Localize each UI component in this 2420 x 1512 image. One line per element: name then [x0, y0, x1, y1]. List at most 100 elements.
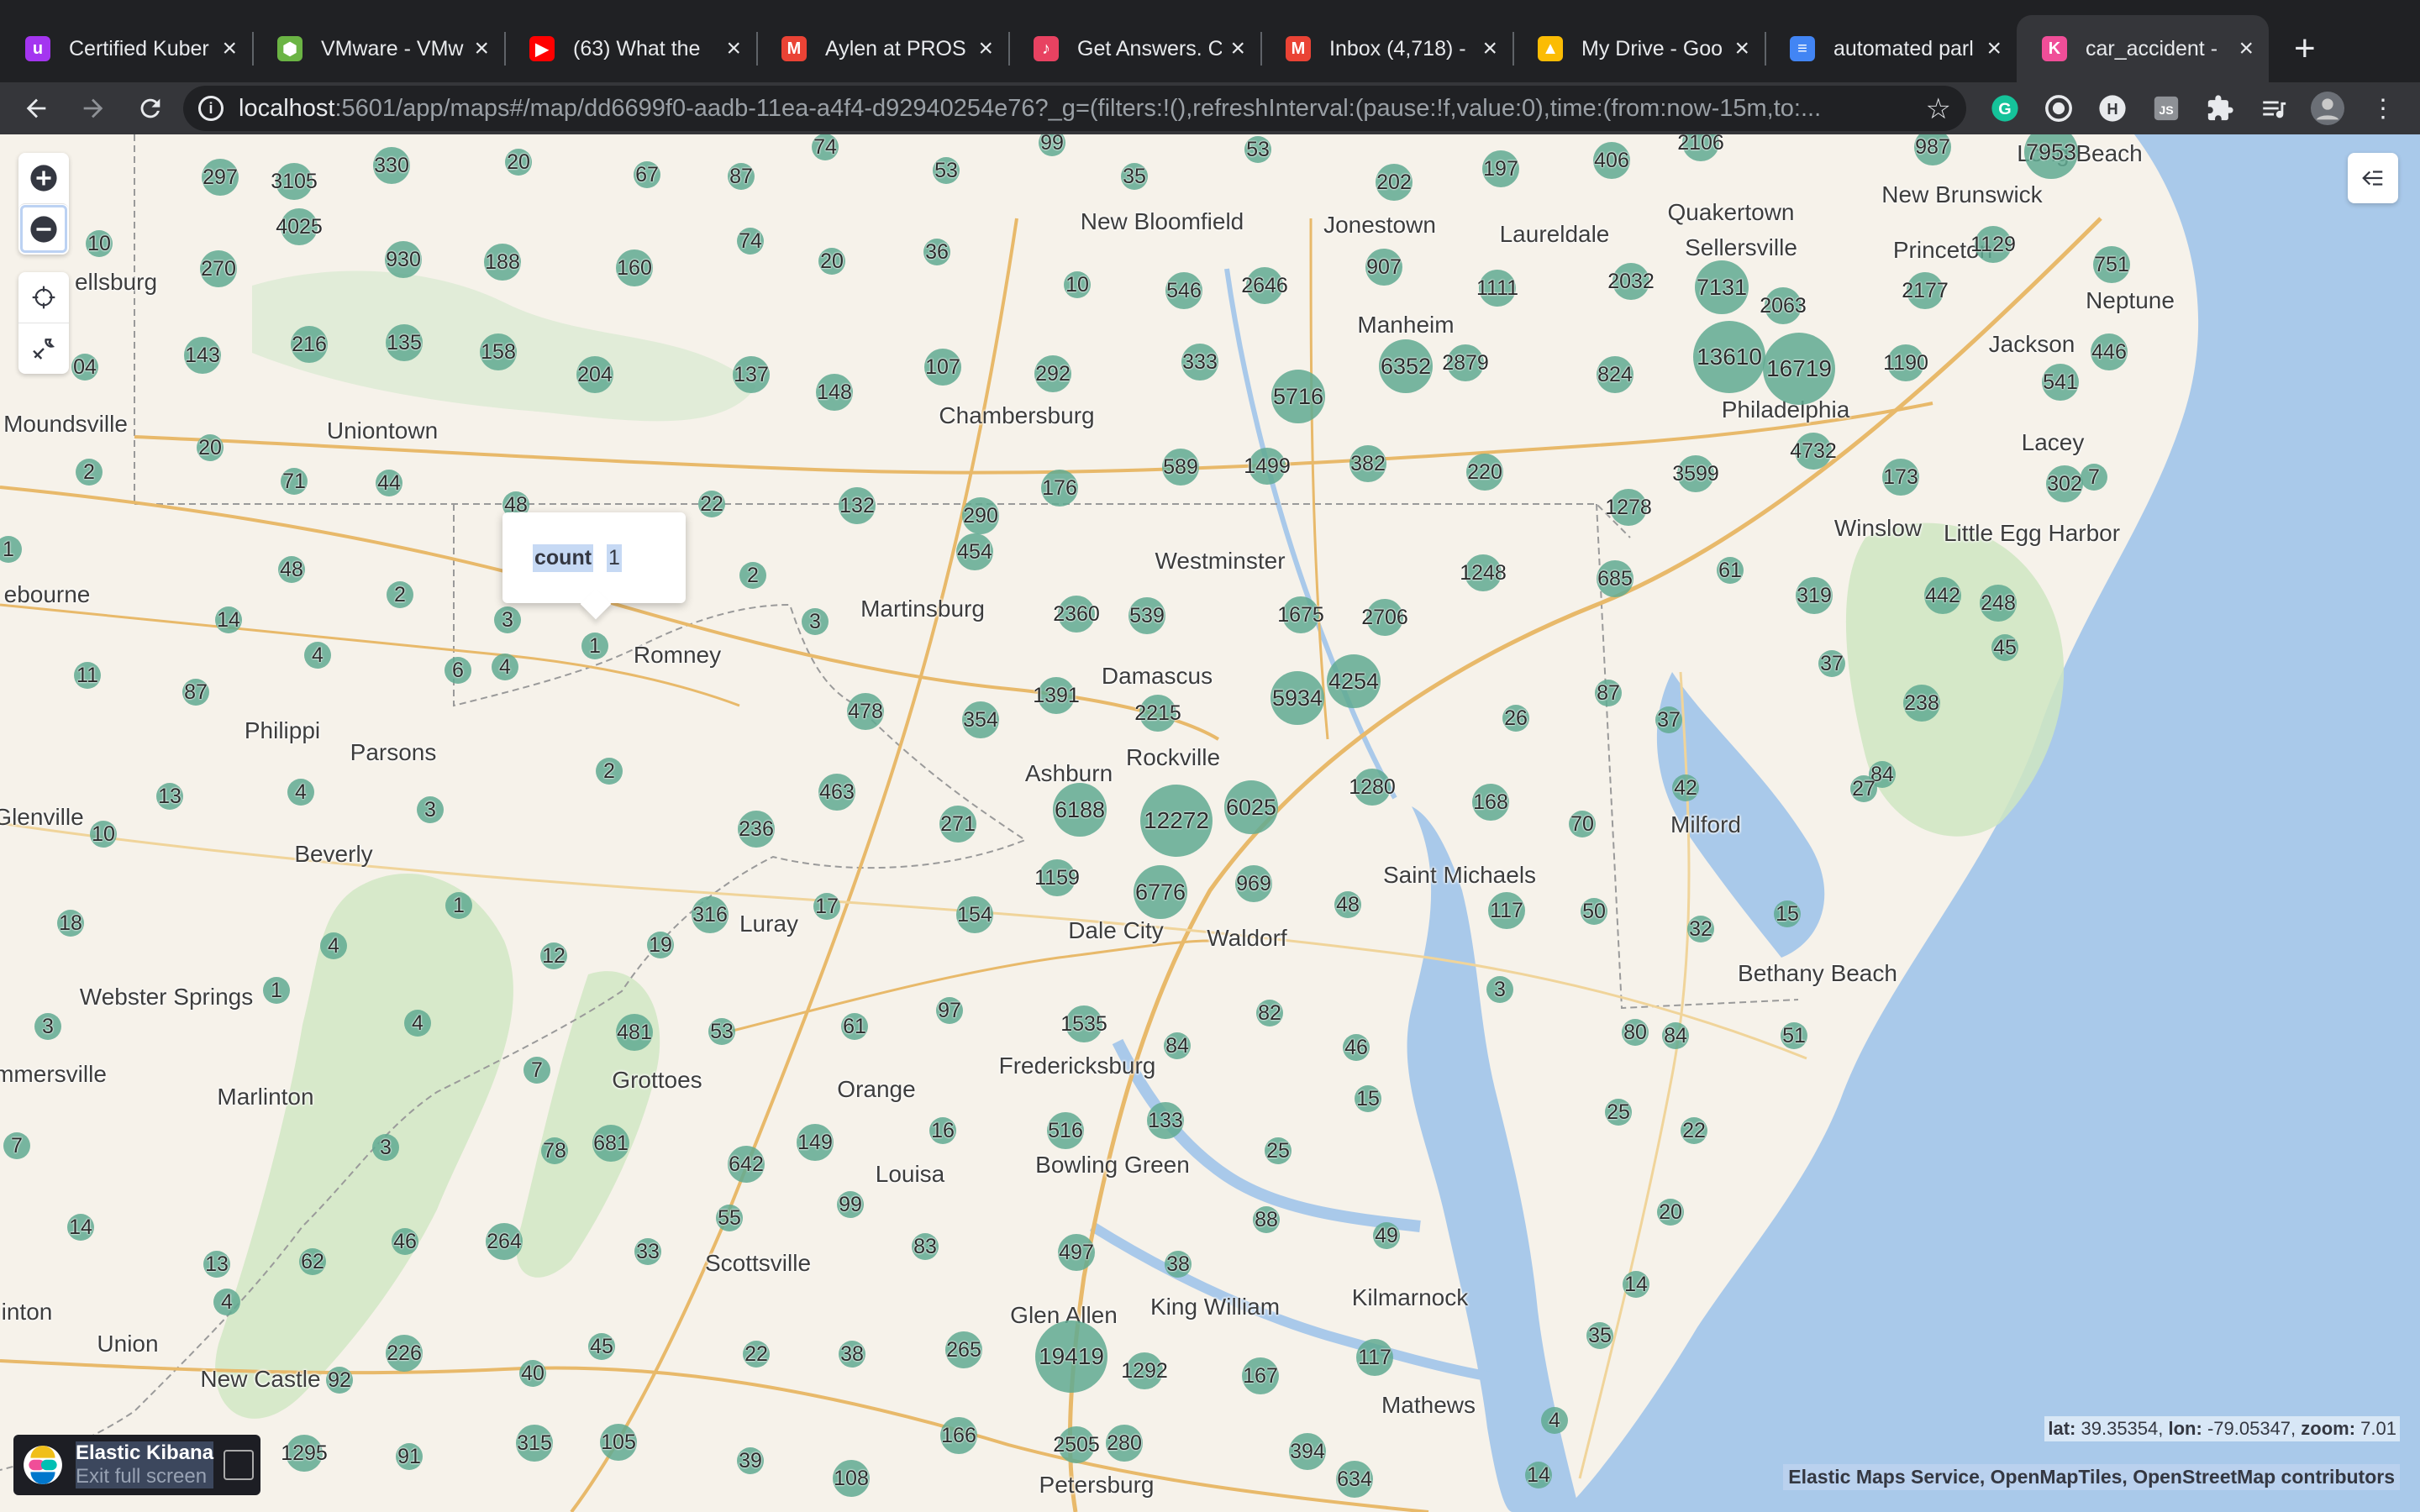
reload-icon[interactable] — [129, 87, 171, 129]
accident-cluster-marker[interactable]: 188 — [484, 244, 521, 281]
accident-cluster-marker[interactable]: 2 — [76, 459, 103, 486]
accident-cluster-marker[interactable]: 2032 — [1607, 263, 1655, 300]
accident-cluster-marker[interactable]: 67 — [634, 161, 660, 188]
accident-cluster-marker[interactable]: 248 — [1980, 585, 2017, 622]
browser-tab[interactable]: ▲ My Drive - Goo × — [1512, 15, 1765, 82]
accident-cluster-marker[interactable]: 91 — [396, 1443, 423, 1470]
accident-cluster-marker[interactable]: 45 — [1991, 634, 2018, 661]
tab-close-icon[interactable]: × — [1734, 34, 1749, 63]
accident-cluster-marker[interactable]: 2 — [387, 581, 413, 608]
accident-cluster-marker[interactable]: 61 — [1717, 557, 1744, 584]
accident-cluster-marker[interactable]: 92 — [326, 1367, 353, 1394]
accident-cluster-marker[interactable]: 1248 — [1460, 554, 1507, 591]
accident-cluster-marker[interactable]: 685 — [1597, 560, 1634, 597]
forward-icon[interactable] — [72, 87, 114, 129]
back-icon[interactable] — [15, 87, 57, 129]
accident-cluster-marker[interactable]: 173 — [1882, 459, 1919, 496]
accident-cluster-marker[interactable]: 382 — [1349, 445, 1386, 482]
accident-cluster-marker[interactable]: 6025 — [1224, 780, 1278, 834]
accident-cluster-marker[interactable]: 271 — [939, 806, 976, 843]
accident-cluster-marker[interactable]: 1111 — [1476, 270, 1518, 307]
accident-cluster-marker[interactable]: 22 — [698, 491, 725, 517]
accident-cluster-marker[interactable]: 84 — [1662, 1022, 1689, 1049]
accident-cluster-marker[interactable]: 33 — [634, 1238, 661, 1265]
browser-tab[interactable]: ♪ Get Answers. C × — [1008, 15, 1260, 82]
accident-cluster-marker[interactable]: 1129 — [1970, 226, 2016, 263]
accident-cluster-marker[interactable]: 62 — [299, 1248, 326, 1275]
accident-cluster-marker[interactable]: 2706 — [1361, 599, 1408, 636]
accident-cluster-marker[interactable]: 2646 — [1241, 267, 1288, 304]
accident-cluster-marker[interactable]: 46 — [392, 1228, 418, 1255]
accident-cluster-marker[interactable]: 642 — [728, 1146, 765, 1183]
accident-cluster-marker[interactable]: 280 — [1106, 1425, 1143, 1462]
tab-close-icon[interactable]: × — [978, 34, 993, 63]
accident-cluster-marker[interactable]: 824 — [1597, 356, 1634, 393]
accident-cluster-marker[interactable]: 39 — [737, 1447, 764, 1474]
accident-cluster-marker[interactable]: 12 — [540, 942, 567, 969]
accident-cluster-marker[interactable]: 18 — [57, 910, 84, 937]
accident-cluster-marker[interactable]: 48 — [1334, 891, 1361, 918]
accident-cluster-marker[interactable]: 516 — [1047, 1112, 1084, 1149]
accident-cluster-marker[interactable]: 539 — [1128, 597, 1165, 634]
accident-cluster-marker[interactable]: 117 — [1488, 892, 1525, 929]
accident-cluster-marker[interactable]: 4 — [287, 779, 314, 806]
accident-cluster-marker[interactable]: 2879 — [1442, 344, 1489, 381]
accident-cluster-marker[interactable]: 3 — [34, 1013, 61, 1040]
accident-cluster-marker[interactable]: 3599 — [1672, 455, 1719, 492]
accident-cluster-marker[interactable]: 154 — [956, 896, 993, 933]
accident-cluster-marker[interactable]: 44 — [376, 470, 402, 496]
accident-cluster-marker[interactable]: 4732 — [1790, 433, 1837, 470]
accident-cluster-marker[interactable]: 1292 — [1121, 1352, 1168, 1389]
accident-cluster-marker[interactable]: 204 — [576, 356, 613, 393]
accident-cluster-marker[interactable]: 4254 — [1327, 654, 1381, 708]
accident-cluster-marker[interactable]: 497 — [1058, 1234, 1095, 1271]
tab-close-icon[interactable]: × — [1230, 34, 1245, 63]
accident-cluster-marker[interactable]: 11 — [74, 662, 101, 689]
accident-cluster-marker[interactable]: 216 — [291, 326, 328, 363]
accident-cluster-marker[interactable]: 1280 — [1349, 769, 1396, 806]
accident-cluster-marker[interactable]: 49 — [1373, 1222, 1400, 1249]
tab-close-icon[interactable]: × — [1986, 34, 2002, 63]
accident-cluster-marker[interactable]: 1 — [581, 633, 608, 659]
accident-cluster-marker[interactable]: 481 — [616, 1014, 653, 1051]
accident-cluster-marker[interactable]: 12272 — [1140, 785, 1213, 857]
fullscreen-exit-icon[interactable] — [224, 1450, 254, 1480]
extension-h-icon[interactable]: H — [2093, 89, 2132, 128]
accident-cluster-marker[interactable]: 167 — [1242, 1357, 1279, 1394]
accident-cluster-marker[interactable]: 80 — [1622, 1019, 1649, 1046]
draw-tools-button[interactable] — [18, 323, 69, 374]
accident-cluster-marker[interactable]: 4 — [404, 1010, 431, 1037]
accident-cluster-marker[interactable]: 22 — [743, 1341, 770, 1368]
accident-cluster-marker[interactable]: 2505 — [1053, 1426, 1100, 1463]
accident-cluster-marker[interactable]: 17 — [813, 893, 840, 920]
accident-cluster-marker[interactable]: 14 — [1525, 1462, 1552, 1488]
accident-cluster-marker[interactable]: 2 — [596, 758, 623, 785]
accident-cluster-marker[interactable]: 15 — [1355, 1085, 1381, 1112]
browser-tab[interactable]: M Aylen at PROS × — [756, 15, 1008, 82]
accident-cluster-marker[interactable]: 45 — [588, 1333, 615, 1360]
accident-cluster-marker[interactable]: 16 — [929, 1117, 956, 1144]
browser-tab[interactable]: ▶ (63) What the × — [504, 15, 756, 82]
accident-cluster-marker[interactable]: 143 — [184, 337, 221, 374]
accident-cluster-marker[interactable]: 50 — [1581, 898, 1607, 925]
exit-fullscreen-chip[interactable]: Elastic Kibana Exit full screen — [13, 1435, 260, 1495]
accident-cluster-marker[interactable]: 27 — [1850, 775, 1877, 802]
accident-cluster-marker[interactable]: 1190 — [1883, 344, 1928, 381]
accident-cluster-marker[interactable]: 16719 — [1763, 333, 1835, 405]
accident-cluster-marker[interactable]: 446 — [2091, 333, 2128, 370]
accident-cluster-marker[interactable]: 197 — [1482, 150, 1519, 187]
accident-cluster-marker[interactable]: 7 — [2081, 464, 2107, 491]
accident-cluster-marker[interactable]: 20 — [505, 149, 532, 176]
accident-cluster-marker[interactable]: 55 — [716, 1205, 743, 1231]
accident-cluster-marker[interactable]: 546 — [1165, 272, 1202, 309]
accident-cluster-marker[interactable]: 2 — [739, 562, 766, 589]
map-attribution[interactable]: Elastic Maps Service, OpenMapTiles, Open… — [1783, 1464, 2400, 1490]
accident-cluster-marker[interactable]: 1278 — [1605, 489, 1652, 526]
accident-cluster-marker[interactable]: 330 — [373, 147, 410, 184]
accident-cluster-marker[interactable]: 176 — [1041, 470, 1078, 507]
accident-cluster-marker[interactable]: 46 — [1343, 1034, 1370, 1061]
accident-cluster-marker[interactable]: 394 — [1289, 1433, 1326, 1470]
accident-cluster-marker[interactable]: 83 — [912, 1233, 939, 1260]
accident-cluster-marker[interactable]: 930 — [385, 241, 422, 278]
accident-cluster-marker[interactable]: 20 — [1657, 1199, 1684, 1226]
